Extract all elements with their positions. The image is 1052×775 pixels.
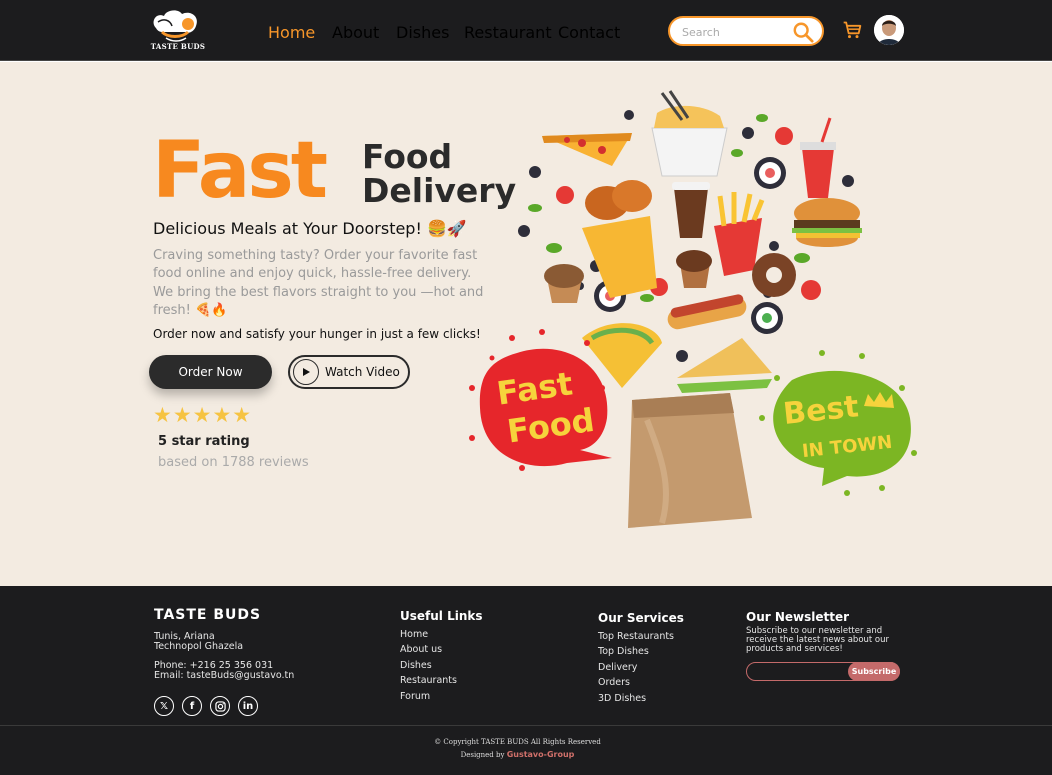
- search-box: [668, 16, 824, 46]
- footer-link-about[interactable]: About us: [400, 644, 457, 659]
- newsletter-email-input[interactable]: [755, 665, 845, 679]
- hero-cta-line: Order now and satisfy your hunger in jus…: [153, 327, 481, 341]
- taste-buds-logo[interactable]: TASTE BUDS: [146, 8, 206, 54]
- footer-link-forum[interactable]: Forum: [400, 691, 457, 706]
- watch-video-label: Watch Video: [325, 365, 400, 379]
- facebook-icon[interactable]: f: [182, 696, 202, 716]
- x-twitter-icon[interactable]: 𝕏: [154, 696, 174, 716]
- hero-headline-fast: Fast: [152, 126, 328, 216]
- footer-link-dishes[interactable]: Dishes: [400, 660, 457, 675]
- designed-by: Designed by Gustavo-Group: [0, 750, 1035, 759]
- search-icon[interactable]: [792, 21, 814, 43]
- watch-video-button[interactable]: Watch Video: [288, 355, 410, 389]
- footer-link-restaurants[interactable]: Restaurants: [400, 675, 457, 690]
- newsletter-description: Subscribe to our newsletter and receive …: [746, 626, 890, 654]
- subscribe-button[interactable]: Subscribe: [848, 662, 900, 681]
- footer-address-line2: Technopol Ghazela: [154, 641, 244, 652]
- fast-food-illustration: Fast Food Best IN TOWN: [469, 90, 917, 528]
- nav-home[interactable]: Home: [268, 23, 315, 42]
- rating-stars: ★★★★★: [153, 403, 253, 427]
- shopping-cart-icon[interactable]: [842, 20, 862, 40]
- services-title: Our Services: [598, 611, 684, 625]
- designed-by-prefix: Designed by: [460, 751, 507, 759]
- top-navbar: TASTE BUDS Home About Dishes Restaurant …: [0, 0, 1052, 61]
- service-top-restaurants[interactable]: Top Restaurants: [598, 631, 674, 646]
- hero-description: Craving something tasty? Order your favo…: [153, 248, 484, 318]
- site-footer: TASTE BUDS Tunis, Ariana Technopol Ghaze…: [0, 586, 1052, 775]
- footer-link-home[interactable]: Home: [400, 629, 457, 644]
- newsletter-form: Subscribe: [746, 662, 900, 681]
- logo-text: TASTE BUDS: [150, 42, 206, 51]
- useful-links-title: Useful Links: [400, 609, 483, 623]
- user-avatar[interactable]: [874, 15, 904, 45]
- play-icon: [293, 359, 319, 385]
- nav-about[interactable]: About: [332, 23, 379, 42]
- search-input[interactable]: [682, 23, 792, 41]
- nav-contact[interactable]: Contact: [558, 23, 620, 42]
- footer-divider: [0, 725, 1052, 726]
- hero-tagline: Delicious Meals at Your Doorstep! 🍔🚀: [153, 219, 467, 238]
- footer-brand: TASTE BUDS: [154, 607, 262, 623]
- user-avatar-icon: [874, 15, 904, 45]
- service-orders[interactable]: Orders: [598, 677, 674, 692]
- service-delivery[interactable]: Delivery: [598, 662, 674, 677]
- instagram-icon[interactable]: [210, 696, 230, 716]
- newsletter-title: Our Newsletter: [746, 610, 850, 624]
- footer-email: Email: tasteBuds@gustavo.tn: [154, 670, 295, 681]
- social-links: 𝕏 f in: [154, 696, 258, 716]
- linkedin-icon[interactable]: in: [238, 696, 258, 716]
- rating-title: 5 star rating: [158, 434, 250, 449]
- service-3d-dishes[interactable]: 3D Dishes: [598, 693, 674, 708]
- nav-dishes[interactable]: Dishes: [396, 23, 449, 42]
- nav-restaurant[interactable]: Restaurant: [464, 23, 552, 42]
- designed-by-name[interactable]: Gustavo-Group: [507, 750, 575, 759]
- services-list: Top Restaurants Top Dishes Delivery Orde…: [598, 631, 674, 708]
- service-top-dishes[interactable]: Top Dishes: [598, 646, 674, 661]
- order-now-button[interactable]: Order Now: [149, 355, 272, 389]
- useful-links-list: Home About us Dishes Restaurants Forum: [400, 629, 457, 706]
- rating-subtitle: based on 1788 reviews: [158, 455, 309, 470]
- copyright-text: © Copyright TASTE BUDS All Rights Reserv…: [434, 738, 601, 746]
